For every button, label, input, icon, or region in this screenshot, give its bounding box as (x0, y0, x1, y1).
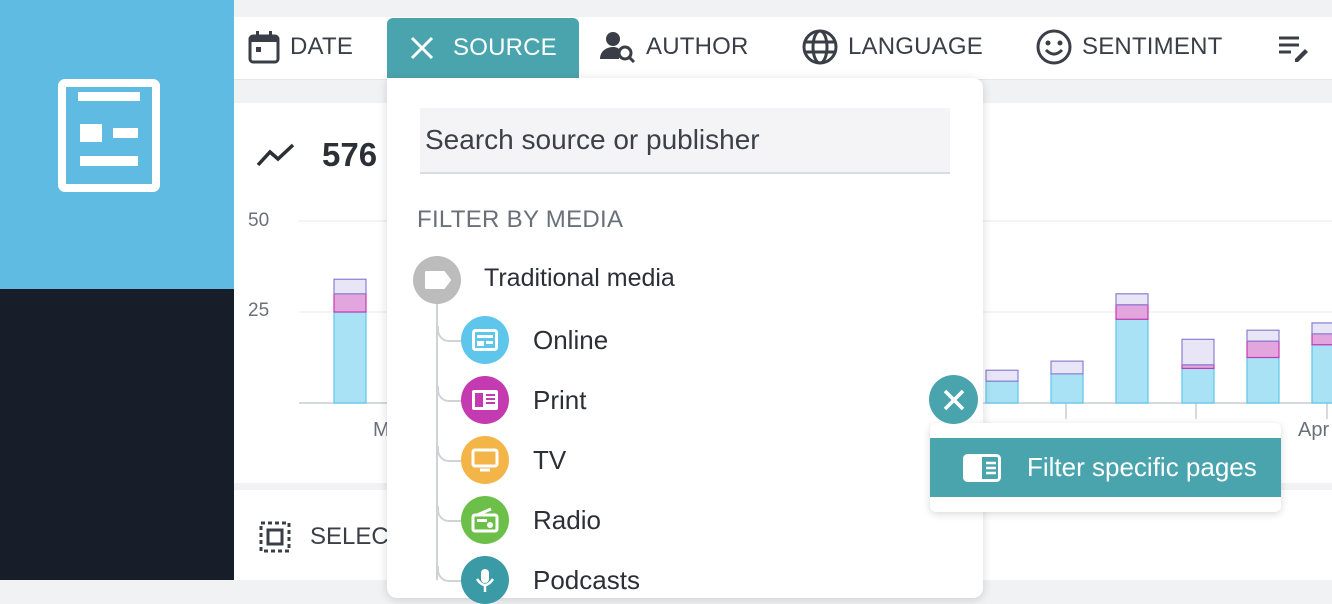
filter-sentiment-label: SENTIMENT (1082, 33, 1223, 60)
filter-specific-pages-button[interactable]: Filter specific pages (930, 438, 1281, 497)
bar-segment[interactable] (333, 293, 367, 313)
bar-segment[interactable] (333, 278, 367, 295)
filter-by-media-heading: FILTER BY MEDIA (417, 206, 624, 233)
sidebar-body (0, 289, 234, 580)
mention-count: 576 (322, 136, 378, 173)
filter-source[interactable]: SOURCE (387, 18, 579, 78)
filter-language[interactable]: LANGUAGE (802, 17, 983, 77)
page-icon (963, 453, 1001, 482)
tree-branch (437, 386, 463, 402)
tree-branch (437, 506, 463, 522)
globe-icon (802, 29, 838, 65)
bar-segment[interactable] (333, 311, 367, 404)
media-item-label: Podcasts (533, 565, 640, 595)
filter-source-label: SOURCE (453, 34, 557, 61)
print-icon (461, 376, 509, 424)
source-search-input[interactable]: Search source or publisher (420, 108, 950, 174)
media-item-radio[interactable]: Radio (437, 496, 837, 544)
x-tick-label: Apr (1298, 419, 1330, 441)
tag-icon[interactable] (413, 256, 461, 304)
media-item-tv[interactable]: TV (437, 436, 837, 484)
filter-language-label: LANGUAGE (848, 33, 983, 60)
filter-date[interactable]: DATE (248, 17, 353, 77)
close-icon (943, 389, 964, 410)
bar-segment[interactable] (1115, 304, 1149, 320)
traditional-media-label[interactable]: Traditional media (484, 264, 675, 293)
media-item-label: Print (533, 385, 587, 415)
filter-author-label: AUTHOR (646, 33, 749, 60)
radio-icon (461, 496, 509, 544)
filter-date-label: DATE (290, 33, 354, 60)
trend-icon (256, 143, 295, 167)
bar-segment[interactable] (1311, 322, 1332, 335)
bar-segment[interactable] (1050, 373, 1084, 404)
search-placeholder: Search source or publisher (425, 124, 760, 155)
bar-segment[interactable] (985, 369, 1019, 382)
edit-list-icon (1279, 36, 1308, 62)
select-label[interactable]: SELEC (310, 523, 389, 551)
bar-segment[interactable] (1181, 367, 1215, 404)
online-icon (461, 316, 509, 364)
filter-sentiment[interactable]: SENTIMENT (1036, 17, 1222, 77)
bar-segment[interactable] (1246, 356, 1280, 404)
bar-segment[interactable] (1115, 293, 1149, 306)
bar-segment[interactable] (1311, 333, 1332, 346)
microphone-icon (461, 556, 509, 604)
author-search-icon (600, 32, 636, 63)
bar-segment[interactable] (1115, 318, 1149, 404)
filter-author[interactable]: AUTHOR (600, 17, 749, 77)
bar-segment[interactable] (1246, 329, 1280, 342)
filter-toolbar: DATE SOURCE AUTHOR LANGUAGE SENTIMENT (234, 17, 1332, 80)
tv-icon (461, 436, 509, 484)
select-all-icon[interactable] (259, 521, 291, 553)
app-logo-icon[interactable] (58, 79, 160, 192)
tree-branch (437, 446, 463, 462)
bar-segment[interactable] (985, 380, 1019, 404)
close-popover-button[interactable] (929, 375, 978, 424)
smiley-icon (1036, 29, 1072, 65)
close-icon (410, 36, 434, 60)
media-item-label: Online (533, 325, 609, 355)
media-item-podcasts[interactable]: Podcasts (437, 556, 837, 604)
bar-segment[interactable] (1311, 344, 1332, 404)
filter-specific-pages-label: Filter specific pages (1027, 452, 1257, 482)
bar-segment[interactable] (1050, 360, 1084, 375)
calendar-icon (248, 31, 280, 64)
tree-branch (437, 326, 463, 342)
bar-segment[interactable] (1246, 340, 1280, 359)
bar-segment[interactable] (1181, 338, 1215, 366)
media-item-label: TV (533, 445, 567, 475)
media-item-label: Radio (533, 505, 601, 535)
media-item-online[interactable]: Online (437, 316, 837, 364)
media-item-print[interactable]: Print (437, 376, 837, 424)
filter-more[interactable] (1277, 17, 1309, 77)
